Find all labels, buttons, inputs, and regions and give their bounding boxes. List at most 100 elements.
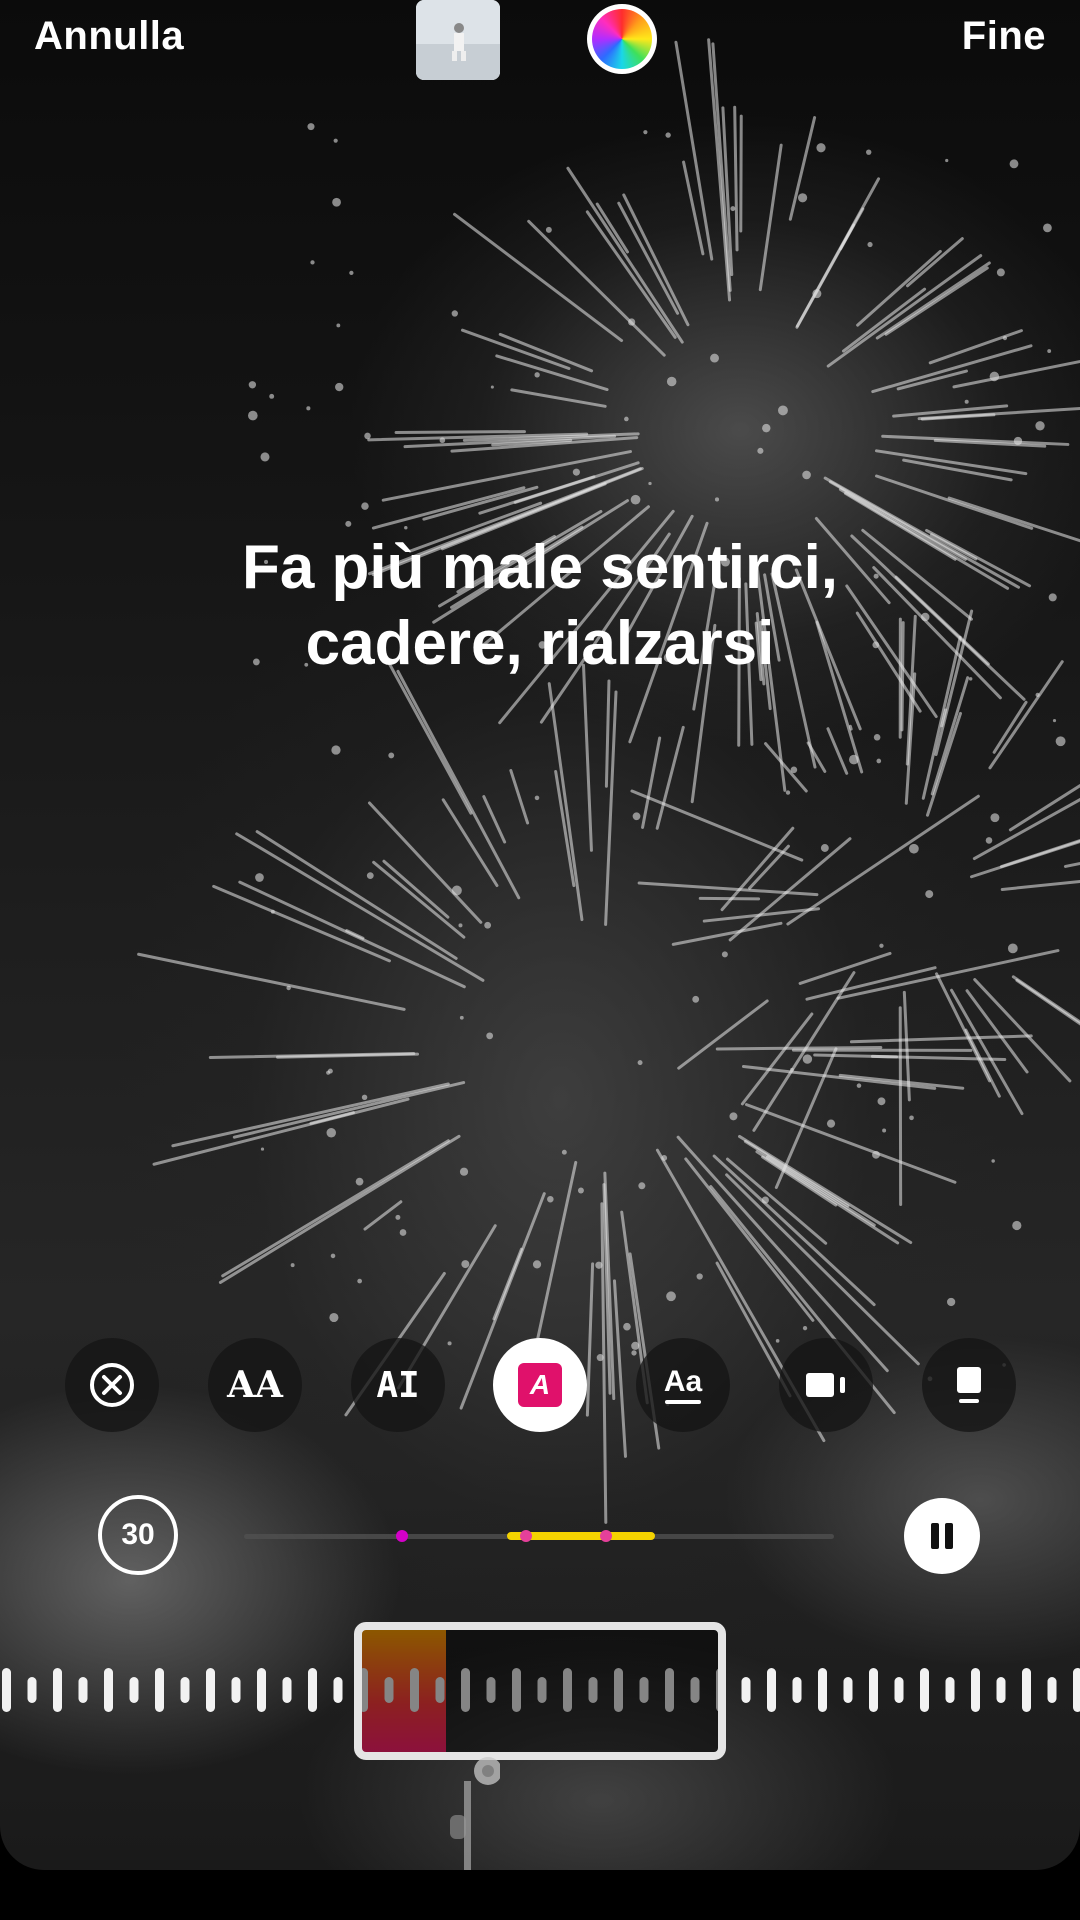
spark-line xyxy=(492,1247,523,1321)
spark-line xyxy=(826,727,849,775)
waveform-bar xyxy=(104,1668,113,1712)
spark-line xyxy=(805,966,937,1001)
waveform-bar xyxy=(27,1677,37,1703)
spark-line xyxy=(1063,861,1080,868)
waveform-bar xyxy=(945,1677,955,1703)
spark-dot xyxy=(306,406,311,411)
spark-line xyxy=(920,413,996,421)
spark-dot xyxy=(269,393,275,399)
spark-line xyxy=(682,160,705,256)
spark-dot xyxy=(286,985,291,991)
spark-dot xyxy=(628,318,636,326)
waveform-bar xyxy=(231,1677,241,1703)
spark-dot xyxy=(534,795,540,801)
spark-line xyxy=(137,952,406,1011)
spark-line xyxy=(655,725,685,830)
spark-dot xyxy=(637,1060,643,1066)
highlight-style-letter: A xyxy=(529,1369,551,1400)
spark-line xyxy=(235,832,485,982)
spark-line xyxy=(711,42,732,292)
waveform-bar xyxy=(920,1668,929,1712)
font-size-icon: AA xyxy=(227,1364,283,1406)
clip-duration-button[interactable]: 30 xyxy=(98,1495,178,1575)
lyrics-line-1: Fa più male sentirci, xyxy=(241,533,839,602)
spark-dot xyxy=(856,1083,862,1088)
spark-dot xyxy=(729,1112,738,1121)
spark-dot xyxy=(990,813,1000,823)
lyrics-line-2: cadere, rialzarsi xyxy=(305,609,775,678)
spark-line xyxy=(795,177,881,328)
spark-line xyxy=(826,254,983,368)
spark-line xyxy=(255,830,458,960)
spark-dot xyxy=(596,1354,604,1362)
spark-line xyxy=(786,794,980,926)
style-card-button[interactable] xyxy=(922,1338,1016,1432)
spark-dot xyxy=(399,1229,407,1236)
spark-dot xyxy=(757,447,764,454)
spark-line xyxy=(218,1134,461,1284)
spark-line xyxy=(758,143,783,292)
waveform-bar xyxy=(282,1677,292,1703)
spark-dot xyxy=(964,399,969,404)
spark-line xyxy=(622,193,690,327)
waveform-bar xyxy=(869,1668,878,1712)
spark-dot xyxy=(248,381,257,389)
spark-dot xyxy=(631,1350,637,1356)
spark-dot xyxy=(1012,1220,1022,1231)
spark-dot xyxy=(730,206,736,212)
spark-dot xyxy=(877,1097,886,1106)
spark-dot xyxy=(1043,223,1052,233)
style-font-size-button[interactable]: AA xyxy=(208,1338,302,1432)
cancel-button[interactable]: Annulla xyxy=(34,14,184,59)
spark-line xyxy=(871,344,1033,394)
spark-dot xyxy=(336,323,341,328)
spark-dot xyxy=(991,1159,995,1163)
waveform-bar xyxy=(308,1668,317,1712)
spark-dot xyxy=(361,1094,368,1101)
spark-dot xyxy=(447,1341,452,1346)
remove-lyrics-button[interactable] xyxy=(65,1338,159,1432)
spark-dot xyxy=(816,143,826,153)
style-underline-button[interactable]: Aa xyxy=(636,1338,730,1432)
spark-line xyxy=(674,40,714,261)
spark-dot xyxy=(248,410,258,421)
spark-dot xyxy=(458,923,463,928)
done-button[interactable]: Fine xyxy=(962,14,1046,59)
waveform-clip-selector[interactable] xyxy=(354,1622,726,1760)
style-video-card-button[interactable] xyxy=(779,1338,873,1432)
spark-dot xyxy=(326,1127,336,1138)
spark-line xyxy=(1008,784,1080,832)
spark-line xyxy=(547,682,584,922)
lyrics-text[interactable]: Fa più male sentirci, cadere, rialzarsi xyxy=(0,530,1080,682)
color-picker-button[interactable] xyxy=(587,4,657,74)
waveform-bar xyxy=(257,1668,266,1712)
spark-dot xyxy=(989,371,1000,382)
spark-dot xyxy=(785,790,791,795)
style-highlight-button[interactable]: A xyxy=(493,1338,587,1432)
spark-dot xyxy=(692,995,700,1003)
underline-style-letters: Aa xyxy=(663,1364,703,1398)
spark-line xyxy=(527,219,666,357)
waveform-bar xyxy=(1047,1677,1057,1703)
spark-dot xyxy=(867,241,873,248)
spark-dot xyxy=(762,423,771,433)
spark-dot xyxy=(866,149,872,155)
spark-line xyxy=(1015,978,1080,1026)
spark-dot xyxy=(872,1150,880,1159)
typewriter-style-icon: AI xyxy=(376,1364,420,1406)
spark-dot xyxy=(330,1253,336,1259)
lyric-marker xyxy=(600,1530,612,1542)
spark-dot xyxy=(790,766,798,774)
spark-line xyxy=(363,1200,403,1231)
spark-line xyxy=(604,679,611,788)
spark-dot xyxy=(577,1187,584,1194)
waveform-bar xyxy=(741,1677,751,1703)
pause-button[interactable] xyxy=(904,1498,980,1574)
waveform-bar xyxy=(996,1677,1006,1703)
spark-dot xyxy=(643,130,648,135)
spark-line xyxy=(992,700,1028,754)
style-typewriter-button[interactable]: AI xyxy=(351,1338,445,1432)
album-thumbnail[interactable] xyxy=(416,0,500,80)
spark-dot xyxy=(1002,335,1008,341)
spark-dot xyxy=(290,1263,295,1268)
